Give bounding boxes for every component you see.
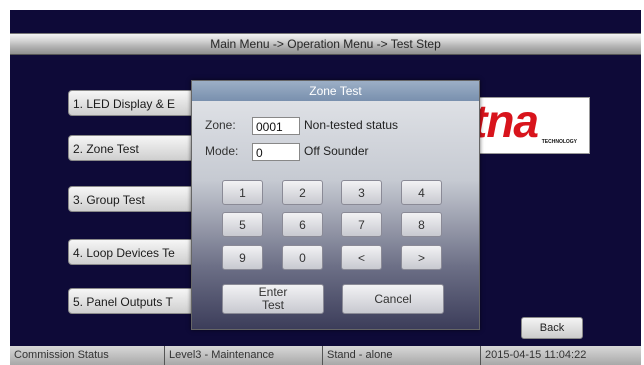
key-backspace[interactable]: < [341,245,382,270]
cancel-button[interactable]: Cancel [342,284,444,314]
zone-test-dialog: Zone Test Zone: 0001 Non-tested status M… [191,80,480,330]
logo-tagline: TECHNOLOGY [541,139,577,145]
hmi-screen: Main Menu -> Operation Menu -> Test Step… [10,10,641,365]
key-1[interactable]: 1 [222,180,263,205]
key-5[interactable]: 5 [222,212,263,237]
tna-logo: tna TECHNOLOGY [465,95,590,154]
status-network-mode: Stand - alone [323,346,481,365]
back-button[interactable]: Back [521,317,583,339]
zone-status: Non-tested status [304,118,399,132]
status-access-level: Level3 - Maintenance [165,346,323,365]
menu-item-led-display[interactable]: 1. LED Display & E [68,90,198,116]
zone-label: Zone: [205,118,236,132]
menu-item-loop-devices-test[interactable]: 4. Loop Devices Te [68,239,198,265]
key-6[interactable]: 6 [282,212,323,237]
key-9[interactable]: 9 [222,245,263,270]
mode-input[interactable]: 0 [252,143,300,161]
status-commission: Commission Status [10,346,165,365]
breadcrumb: Main Menu -> Operation Menu -> Test Step [210,37,441,51]
menu-item-zone-test[interactable]: 2. Zone Test [68,135,198,161]
enter-test-button[interactable]: Enter Test [222,284,324,314]
status-datetime: 2015-04-15 11:04:22 [485,349,587,361]
mode-status: Off Sounder [304,144,369,158]
key-4[interactable]: 4 [401,180,442,205]
menu-item-panel-outputs-test[interactable]: 5. Panel Outputs T [68,288,198,314]
status-bar: Commission Status Level3 - Maintenance S… [10,346,641,365]
title-bar: Main Menu -> Operation Menu -> Test Step [10,33,641,55]
enter-test-line2: Test [261,298,284,312]
mode-label: Mode: [205,144,239,158]
menu-item-group-test[interactable]: 3. Group Test [68,186,198,212]
zone-input[interactable]: 0001 [252,117,300,135]
dialog-title: Zone Test [192,81,479,101]
key-forward[interactable]: > [401,245,442,270]
logo-brand: tna [472,95,539,147]
key-0[interactable]: 0 [282,245,323,270]
key-7[interactable]: 7 [341,212,382,237]
key-3[interactable]: 3 [341,180,382,205]
key-2[interactable]: 2 [282,180,323,205]
key-8[interactable]: 8 [401,212,442,237]
